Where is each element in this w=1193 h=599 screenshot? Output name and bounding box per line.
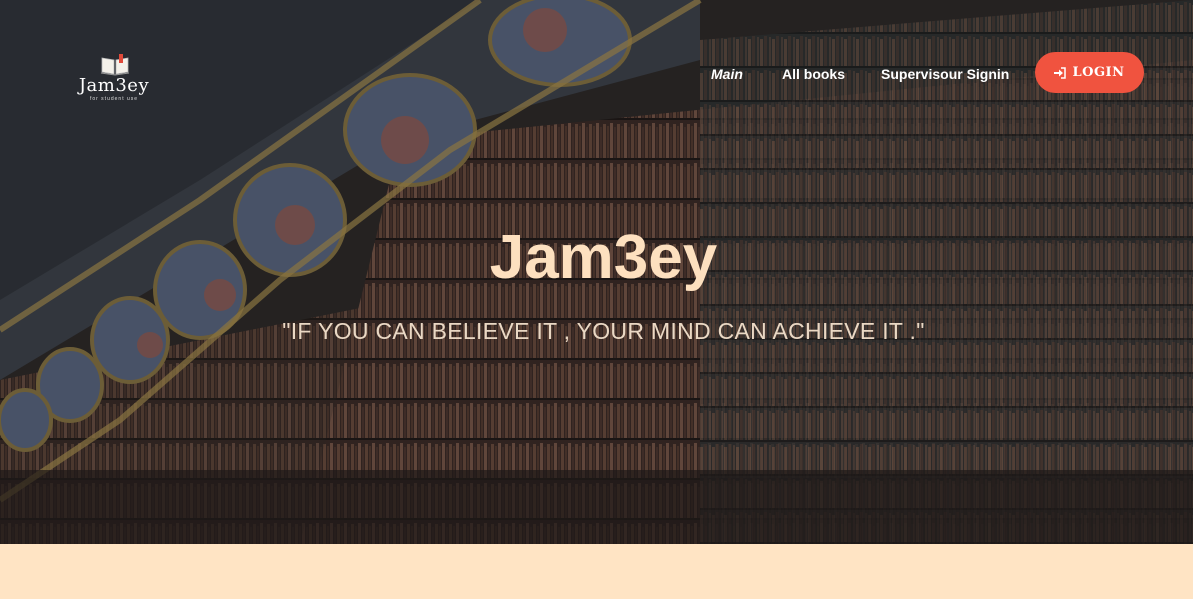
content-band — [0, 544, 1193, 599]
nav-item-supervisour-signin[interactable]: Supervisour Signin — [881, 66, 1009, 88]
brand-logo[interactable]: Jam3ey for student use — [74, 54, 154, 102]
nav-item-main[interactable]: Main — [711, 66, 743, 88]
hero-section: Jam3ey for student use Main All books Su… — [0, 0, 1193, 544]
sign-in-icon — [1054, 66, 1067, 79]
open-book-icon — [100, 54, 130, 76]
login-button-label: LOGIN — [1072, 65, 1125, 80]
login-button[interactable]: LOGIN — [1035, 52, 1144, 93]
brand-name: Jam3ey — [78, 75, 150, 96]
hero-quote: "IF YOU CAN BELIEVE IT , YOUR MIND CAN A… — [282, 318, 925, 344]
hero-title: Jam3ey — [489, 223, 718, 292]
brand-tagline: for student use — [89, 96, 139, 102]
nav-item-all-books[interactable]: All books — [782, 66, 845, 88]
